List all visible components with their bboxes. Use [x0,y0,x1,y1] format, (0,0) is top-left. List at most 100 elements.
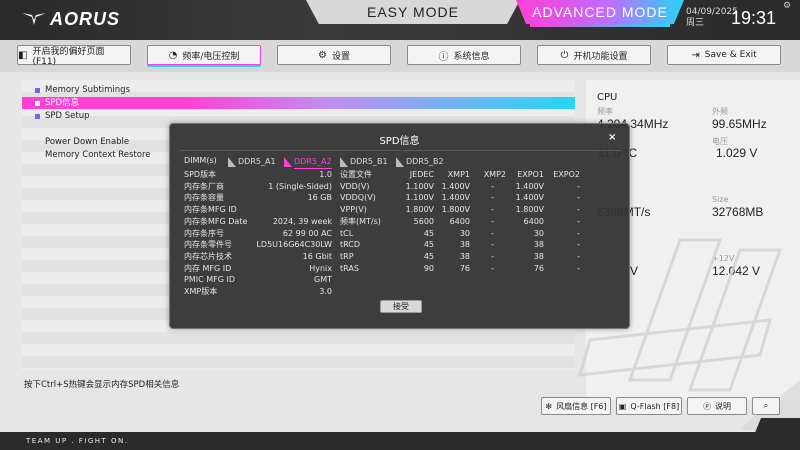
menu-item-label: Power Down Enable [45,137,130,147]
voltage-value: 1.029 V [716,146,758,160]
table-header-cell: XMP1 [447,170,470,179]
search-button[interactable]: ⌕ [752,397,780,415]
dimm-tab-a1[interactable]: DDR5_A1 [228,156,276,168]
search-icon: ⌕ [763,401,769,410]
table-cell: 1.400V [441,193,470,203]
spd-info-key: 内存芯片技术 [184,251,232,261]
menu-item-label: SPD信息 [45,98,80,108]
table-cell: 45 [423,251,434,261]
menu-item-spd-setup[interactable]: SPD Setup [22,110,575,122]
tab-marker-icon [340,157,348,167]
dimm-tab-label: DDR5_B1 [350,157,388,166]
table-cell: 76 [533,263,544,273]
table-cell: 1.100V [405,181,434,191]
help-button[interactable]: ⓟ 说明 [687,397,747,415]
easy-mode-tab[interactable]: EASY MODE [306,0,520,24]
close-icon[interactable]: × [608,132,616,143]
spd-info-row: 内存条零件号 LD5U16G64C30LW [184,239,332,251]
nav-favorites[interactable]: ◧ 开启我的偏好页面 (F11) [17,45,131,67]
spd-info-row: PMIC MFG ID GMT [184,274,332,286]
exit-icon: ⇥ [691,49,700,61]
dimm-tab-b1[interactable]: DDR5_B1 [340,156,388,168]
table-row: tRP 45 38 - 38 - [340,251,630,263]
menu-item-label: Memory Subtimings [45,85,130,95]
spd-info-key: 内存条零件号 [184,240,232,250]
table-cell: - [577,228,580,238]
table-cell: tRAS [340,263,359,273]
spd-info-value: Hynix [309,263,332,273]
table-cell: 1.400V [515,193,544,203]
nav-label: 频率/电压控制 [182,51,240,62]
dimm-tab-b2[interactable]: DDR5_B2 [396,156,444,168]
dimm-tab-label: DDR5_B2 [406,157,444,166]
dimm-label: DIMM(s) [184,156,217,165]
table-cell: - [577,216,580,226]
nav-boot[interactable]: ⏻ 开机功能设置 [537,45,651,65]
spd-info-value: LD5U16G64C30LW [256,240,332,250]
table-row: tCL 45 30 - 30 - [340,228,630,240]
spd-info-value: 62 99 00 AC [282,228,332,238]
table-header-cell: XMP2 [483,170,506,179]
spd-info-row: 内存条MFG ID [184,204,332,216]
fan-info-button[interactable]: ✻ 风扇信息 [F6] [541,397,611,415]
settings-gear-icon[interactable]: ⚙ [783,1,791,11]
table-cell: - [491,205,494,215]
nav-label: 系统信息 [453,51,490,62]
table-cell: - [577,251,580,261]
spd-info-value: GMT [314,275,332,285]
spd-info-row: 内存条MFG Date 2024, 39 week [184,216,332,228]
advanced-mode-tab[interactable]: ADVANCED MODE [516,0,684,24]
dimm-tab-label: DDR5_A1 [238,157,276,166]
table-cell: - [491,216,494,226]
spd-info-row: XMP版本 3.0 [184,286,332,298]
nav-system-info[interactable]: ⓘ 系统信息 [407,45,521,65]
nav-label: 设置 [331,51,350,62]
table-cell: 6400 [449,216,470,226]
eagle-icon [22,13,46,25]
spd-info-value: 16 GB [307,193,332,203]
spd-info-key: PMIC MFG ID [184,275,235,285]
table-cell: - [491,193,494,203]
nav-label: Save & Exit [704,50,757,60]
freq-label: 频率 [597,107,613,116]
table-row: VDD(V) 1.100V 1.400V - 1.400V - [340,181,630,193]
table-header-cell: EXPO1 [517,170,544,179]
tab-marker-icon [228,157,236,167]
spd-info-row: 内存 MFG ID Hynix [184,263,332,275]
spd-info-key: XMP版本 [184,287,218,296]
cpu-title: CPU [597,92,618,103]
table-cell: 76 [459,263,470,273]
nav-label: 开启我的偏好页面 (F11) [32,46,105,67]
nav-save-exit[interactable]: ⇥ Save & Exit [667,45,781,65]
fan-info-label: 风扇信息 [F6] [556,401,607,411]
table-cell: 1.800V [441,205,470,215]
table-cell: 30 [459,228,470,238]
gear-icon: ⚙ [318,49,327,61]
favorites-icon: ◧ [18,49,28,61]
accept-button[interactable]: 接受 [380,300,422,313]
table-cell: 45 [423,228,434,238]
ext-freq-value: 99.65MHz [712,117,767,131]
memory-size-value: 32768MB [712,205,764,219]
dimm-tab-a2[interactable]: DDR5_A2 [284,156,332,169]
menu-item-memory-subtimings[interactable]: Memory Subtimings [22,84,575,96]
table-cell: 90 [423,263,434,273]
table-cell: - [577,193,580,203]
power-icon: ⏻ [560,49,569,61]
spd-info-key: SPD版本 [184,170,217,179]
spd-info-value: 2024, 39 week [272,216,332,226]
ext-freq-label: 外频 [712,107,728,116]
table-cell: 1.800V [405,205,434,215]
menu-item-label: SPD Setup [45,111,90,121]
spd-info-value: 1.0 [319,170,332,179]
v12-label: +12V [712,254,735,263]
nav-frequency-voltage[interactable]: ◔ 频率/电压控制 [147,45,261,65]
qflash-button[interactable]: ▣ Q-Flash [F8] [616,397,682,415]
table-cell: tRP [340,251,354,261]
menu-item-spd-info[interactable]: SPD信息 [22,97,575,109]
table-cell: - [491,228,494,238]
voltage-partial-value: V [630,264,639,278]
spd-info-row: 内存芯片技术 16 Gbit [184,251,332,263]
chip-icon: ▣ [618,401,627,411]
nav-settings[interactable]: ⚙ 设置 [277,45,391,65]
